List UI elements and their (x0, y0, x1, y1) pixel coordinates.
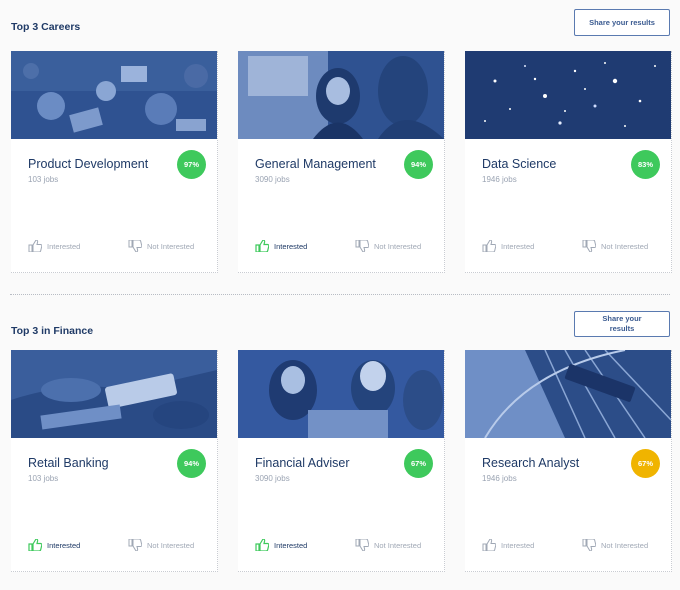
career-image (11, 51, 217, 139)
career-card[interactable]: Retail Banking 103 jobs 94% Interested N… (11, 350, 218, 572)
thumbs-down-icon (582, 239, 597, 253)
interested-label: Interested (501, 540, 535, 550)
section-divider (10, 294, 670, 295)
job-count: 103 jobs (28, 474, 59, 483)
job-count: 3090 jobs (255, 474, 290, 483)
not-interested-button[interactable]: Not Interested (582, 538, 649, 552)
section-title: Top 3 in Finance (11, 325, 94, 337)
thumbs-up-icon (28, 239, 43, 253)
not-interested-button[interactable]: Not Interested (582, 239, 649, 253)
career-title: Research Analyst (482, 456, 580, 470)
match-score-badge: 67% (404, 449, 433, 478)
interested-label: Interested (47, 540, 81, 550)
match-score-badge: 67% (631, 449, 660, 478)
not-interested-button[interactable]: Not Interested (128, 538, 195, 552)
interested-button[interactable]: Interested (482, 239, 535, 253)
thumbs-up-icon (28, 538, 43, 552)
career-image (11, 350, 217, 438)
match-score-badge: 97% (177, 150, 206, 179)
match-score-badge: 83% (631, 150, 660, 179)
thumbs-down-icon (128, 538, 143, 552)
interested-button[interactable]: Interested (28, 239, 81, 253)
career-card[interactable]: General Management 3090 jobs 94% Interes… (238, 51, 445, 273)
interested-button[interactable]: Interested (255, 538, 308, 552)
thumbs-down-icon (355, 538, 370, 552)
match-score-badge: 94% (404, 150, 433, 179)
interested-button[interactable]: Interested (482, 538, 535, 552)
section-title: Top 3 Careers (11, 21, 81, 33)
interested-label: Interested (501, 241, 535, 251)
section-top-finance: Top 3 in Finance Share your results Reta… (0, 296, 680, 590)
thumbs-up-icon (255, 538, 270, 552)
interested-label: Interested (274, 540, 308, 550)
job-count: 1946 jobs (482, 474, 517, 483)
not-interested-label: Not Interested (147, 241, 195, 251)
section-top-careers: Top 3 Careers Share your results Product… (0, 0, 680, 294)
career-title: Product Development (28, 157, 149, 171)
share-results-button[interactable]: Share your results (574, 9, 670, 36)
thumbs-down-icon (128, 239, 143, 253)
not-interested-label: Not Interested (601, 540, 649, 550)
thumbs-down-icon (582, 538, 597, 552)
not-interested-label: Not Interested (374, 540, 422, 550)
interested-label: Interested (47, 241, 81, 251)
interested-label: Interested (274, 241, 308, 251)
career-image (238, 51, 444, 139)
thumbs-down-icon (355, 239, 370, 253)
job-count: 103 jobs (28, 175, 59, 184)
career-title: General Management (255, 157, 376, 171)
career-image (238, 350, 444, 438)
thumbs-up-icon (482, 239, 497, 253)
career-card[interactable]: Product Development 103 jobs 97% Interes… (11, 51, 218, 273)
career-title: Financial Adviser (255, 456, 350, 470)
not-interested-label: Not Interested (374, 241, 422, 251)
not-interested-button[interactable]: Not Interested (128, 239, 195, 253)
career-card[interactable]: Research Analyst 1946 jobs 67% Intereste… (465, 350, 672, 572)
career-title: Data Science (482, 157, 557, 171)
not-interested-label: Not Interested (147, 540, 195, 550)
thumbs-up-icon (482, 538, 497, 552)
career-image (465, 350, 671, 438)
career-title: Retail Banking (28, 456, 109, 470)
career-card[interactable]: Financial Adviser 3090 jobs 67% Interest… (238, 350, 445, 572)
thumbs-up-icon (255, 239, 270, 253)
interested-button[interactable]: Interested (28, 538, 81, 552)
job-count: 1946 jobs (482, 175, 517, 184)
not-interested-button[interactable]: Not Interested (355, 239, 422, 253)
share-results-button[interactable]: Share your results (574, 311, 670, 337)
job-count: 3090 jobs (255, 175, 290, 184)
match-score-badge: 94% (177, 449, 206, 478)
not-interested-button[interactable]: Not Interested (355, 538, 422, 552)
not-interested-label: Not Interested (601, 241, 649, 251)
interested-button[interactable]: Interested (255, 239, 308, 253)
career-image (465, 51, 671, 139)
career-card[interactable]: Data Science 1946 jobs 83% Interested No… (465, 51, 672, 273)
